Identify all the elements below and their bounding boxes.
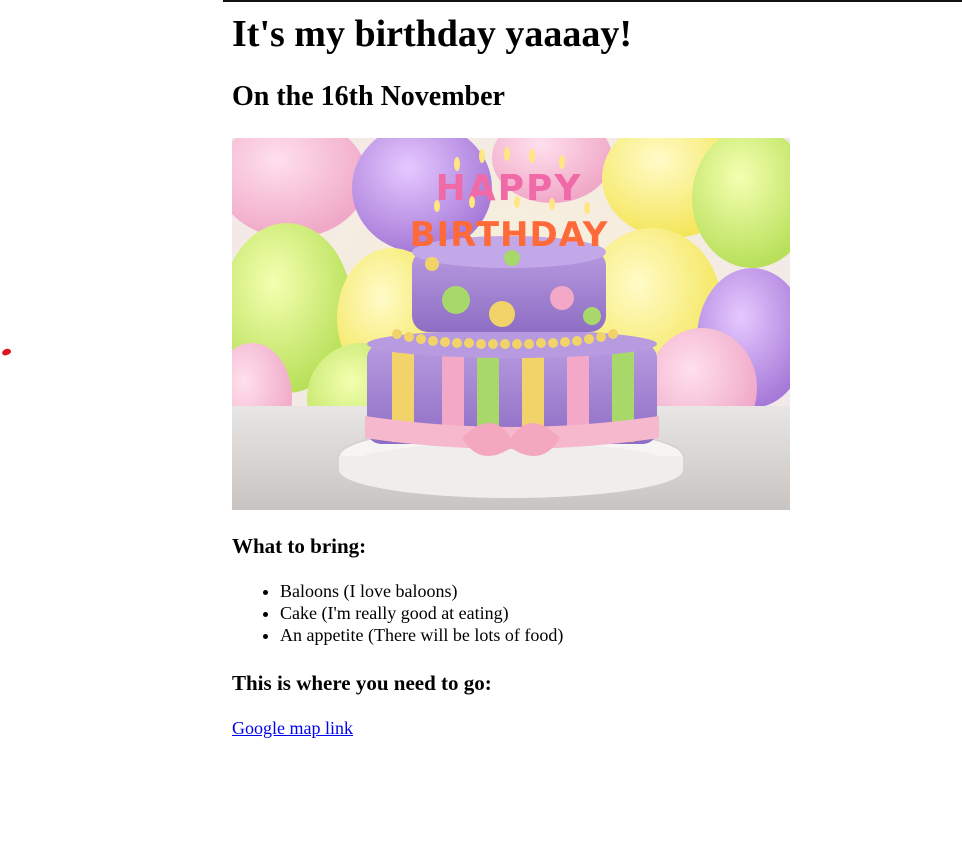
google-map-link[interactable]: Google map link [232,717,353,739]
cake-letters-top: HAPPY [436,168,583,209]
top-rule-divider [223,0,962,2]
page: It's my birthday yaaaay! On the 16th Nov… [0,0,962,847]
list-item: Cake (I'm really good at eating) [280,602,563,624]
birthday-cake-image: HAPPY BIRTHDAY [232,138,790,510]
date-heading: On the 16th November [232,81,505,112]
list-item: Baloons (I love baloons) [280,580,563,602]
red-mark [1,347,12,357]
page-title: It's my birthday yaaaay! [232,13,633,55]
cake-letters-bottom: BIRTHDAY [410,215,609,255]
bring-list: Baloons (I love baloons) Cake (I'm reall… [232,580,563,646]
list-item: An appetite (There will be lots of food) [280,624,563,646]
what-to-bring-heading: What to bring: [232,534,367,558]
where-to-go-heading: This is where you need to go: [232,671,492,695]
